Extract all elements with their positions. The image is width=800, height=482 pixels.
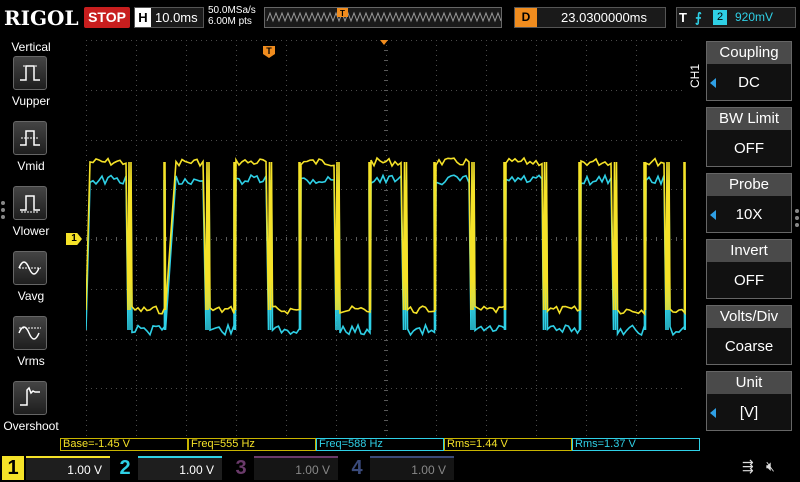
ch1-number: 1 bbox=[2, 456, 24, 480]
vavg-icon bbox=[13, 251, 47, 285]
measure-vlower[interactable]: Vlower bbox=[0, 186, 62, 250]
measure-sidebar: Vertical Vupper Vmid Vlower Vavg Vrms Ov… bbox=[0, 38, 62, 438]
measurement-freq-ch1[interactable]: Freq=555 Hz bbox=[188, 438, 316, 451]
horizontal-delay[interactable]: D 23.0300000ms bbox=[514, 7, 666, 28]
menu-scroll-indicator bbox=[794, 206, 800, 230]
menu-unit[interactable]: Unit [V] bbox=[706, 371, 792, 431]
channel-status-bar: 1 1.00 V 2 1.00 V 3 1.00 V 4 1.00 V bbox=[0, 452, 800, 480]
menu-bw-limit[interactable]: BW Limit OFF bbox=[706, 107, 792, 167]
menu-unit-value: [V] bbox=[739, 404, 759, 421]
menu-channel-tag: CH1 bbox=[688, 64, 702, 89]
measurement-freq-ch2[interactable]: Freq=588 Hz bbox=[316, 438, 444, 451]
delay-key: D bbox=[515, 8, 537, 27]
menu-probe[interactable]: Probe 10X bbox=[706, 173, 792, 233]
measurement-base-ch1[interactable]: Base=-1.45 V bbox=[60, 438, 188, 451]
measure-vmid[interactable]: Vmid bbox=[0, 121, 62, 185]
menu-volts-div-value: Coarse bbox=[724, 338, 774, 355]
ch2-status[interactable]: 2 1.00 V bbox=[114, 456, 224, 480]
ch1-offset-marker[interactable]: 1 bbox=[66, 233, 82, 245]
measurement-rms-ch1[interactable]: Rms=1.44 V bbox=[444, 438, 572, 451]
memory-depth: 6.00M pts bbox=[208, 16, 252, 27]
menu-probe-value: 10X bbox=[735, 206, 763, 223]
menu-bw-limit-title: BW Limit bbox=[707, 108, 791, 130]
trigger-source: 2 bbox=[713, 10, 727, 25]
measure-overshoot[interactable]: Overshoot bbox=[0, 381, 62, 445]
menu-unit-title: Unit bbox=[707, 372, 791, 394]
vavg-label: Vavg bbox=[17, 289, 45, 303]
menu-bw-limit-value: OFF bbox=[734, 140, 764, 157]
speaker-muted-icon[interactable]: 🔇︎ bbox=[766, 458, 775, 475]
ch4-scale: 1.00 V bbox=[370, 456, 454, 480]
usb-icon: ⇶ bbox=[742, 458, 754, 474]
memory-timeline[interactable]: T bbox=[264, 7, 502, 28]
top-status-bar: RIGOL STOP H 10.0ms 50.0MSa/s 6.00M pts … bbox=[0, 0, 800, 38]
vlower-icon bbox=[13, 186, 47, 220]
vlower-label: Vlower bbox=[12, 224, 50, 238]
ch2-scale: 1.00 V bbox=[138, 456, 222, 480]
measurement-rms-ch2[interactable]: Rms=1.37 V bbox=[572, 438, 700, 451]
ch1-status[interactable]: 1 1.00 V bbox=[2, 456, 112, 480]
ch4-status[interactable]: 4 1.00 V bbox=[346, 456, 456, 480]
ch3-status[interactable]: 3 1.00 V bbox=[230, 456, 340, 480]
trigger-settings[interactable]: T ⨍ 2 920mV bbox=[676, 7, 796, 28]
vrms-icon bbox=[13, 316, 47, 350]
menu-volts-div-title: Volts/Div bbox=[707, 306, 791, 328]
ch4-number: 4 bbox=[351, 457, 363, 479]
measurement-results: Base=-1.45 V Freq=555 Hz Freq=588 Hz Rms… bbox=[60, 438, 700, 452]
sample-rate: 50.0MSa/s bbox=[208, 5, 256, 16]
rising-edge-icon: ⨍ bbox=[695, 10, 702, 25]
ch3-number: 3 bbox=[235, 457, 247, 479]
ch2-number: 2 bbox=[119, 457, 131, 479]
vmid-label: Vmid bbox=[17, 159, 45, 173]
timebase-value: 10.0ms bbox=[155, 10, 198, 25]
menu-invert-title: Invert bbox=[707, 240, 791, 262]
timeline-waveform-icon: T bbox=[266, 8, 502, 23]
waveform-display[interactable]: T bbox=[86, 40, 686, 438]
run-stop-status[interactable]: STOP bbox=[84, 7, 130, 28]
horizontal-key: H bbox=[135, 8, 151, 27]
horizontal-timebase[interactable]: H 10.0ms bbox=[134, 7, 204, 28]
overshoot-label: Overshoot bbox=[3, 419, 59, 433]
menu-coupling-title: Coupling bbox=[707, 42, 791, 64]
ch1-scale: 1.00 V bbox=[26, 456, 110, 480]
ch3-scale: 1.00 V bbox=[254, 456, 338, 480]
acquisition-info: 50.0MSa/s 6.00M pts bbox=[208, 5, 256, 27]
vupper-icon bbox=[13, 56, 47, 90]
measure-vupper[interactable]: Vupper bbox=[0, 56, 62, 120]
trigger-key: T bbox=[679, 10, 687, 25]
rigol-logo: RIGOL bbox=[4, 6, 79, 30]
svg-text:T: T bbox=[266, 46, 272, 56]
delay-value: 23.0300000ms bbox=[561, 10, 648, 25]
vupper-label: Vupper bbox=[11, 94, 51, 108]
menu-probe-title: Probe bbox=[707, 174, 791, 196]
vmid-icon bbox=[13, 121, 47, 155]
menu-coupling-value: DC bbox=[738, 74, 760, 91]
measure-vavg[interactable]: Vavg bbox=[0, 251, 62, 315]
menu-coupling[interactable]: Coupling DC bbox=[706, 41, 792, 101]
timeline-trigger-marker: T bbox=[340, 9, 345, 18]
measure-vrms[interactable]: Vrms bbox=[0, 316, 62, 380]
vrms-label: Vrms bbox=[17, 354, 45, 368]
sidebar-title: Vertical bbox=[11, 40, 51, 54]
menu-invert[interactable]: Invert OFF bbox=[706, 239, 792, 299]
menu-invert-value: OFF bbox=[734, 272, 764, 289]
trigger-level: 920mV bbox=[735, 10, 774, 24]
overshoot-icon bbox=[13, 381, 47, 415]
menu-volts-div[interactable]: Volts/Div Coarse bbox=[706, 305, 792, 365]
